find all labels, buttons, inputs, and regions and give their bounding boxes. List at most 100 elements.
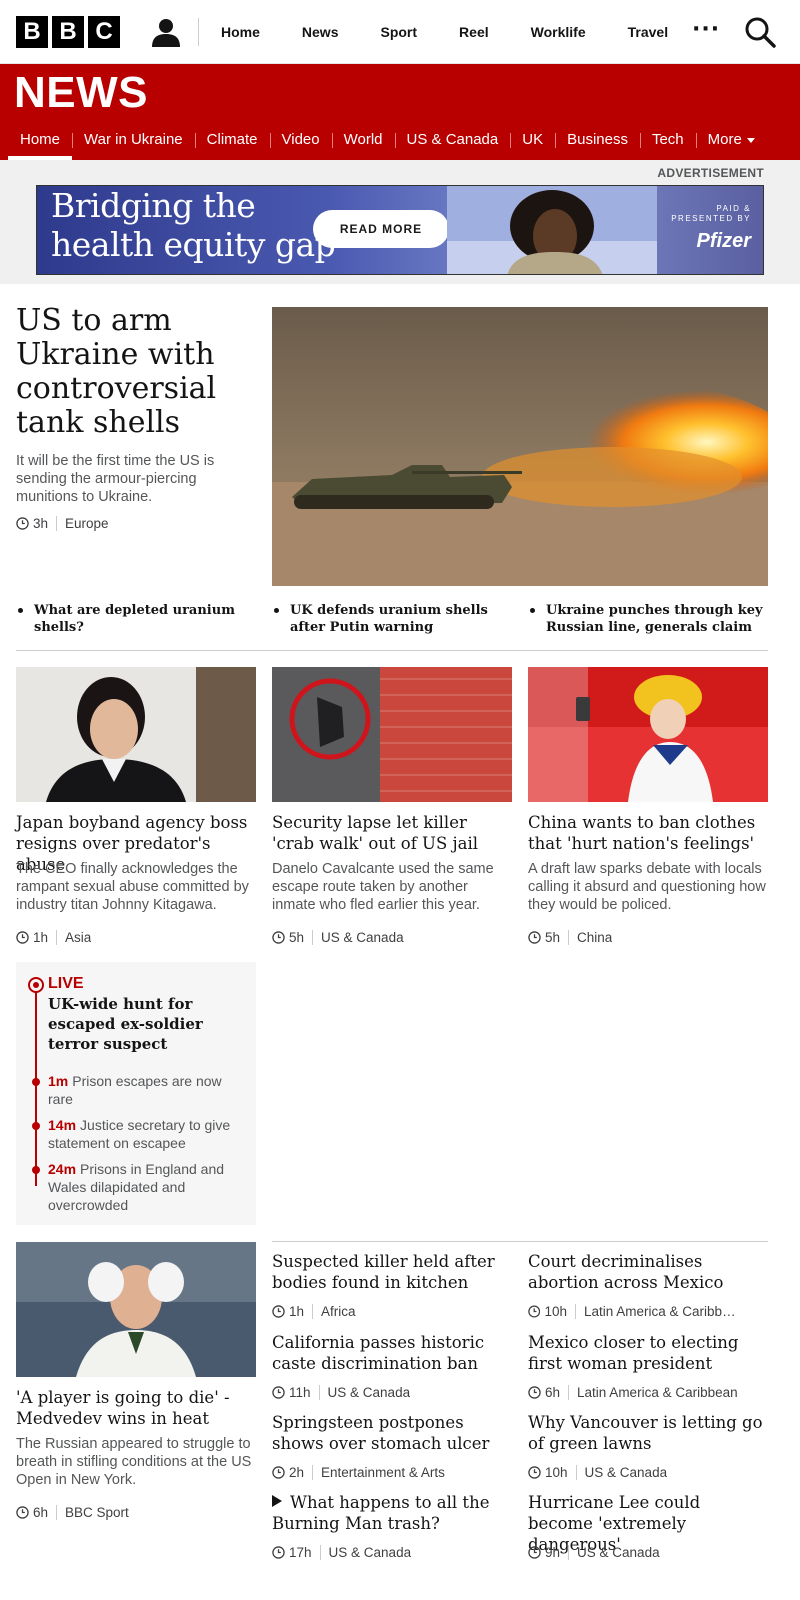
ad-banner[interactable]: Bridging the health equity gap READ MORE… bbox=[36, 185, 764, 275]
timestamp: 5h bbox=[545, 929, 561, 945]
ad-headline-line: health equity gap bbox=[51, 225, 336, 264]
lead-headline[interactable]: US to arm Ukraine with controversial tan… bbox=[16, 304, 252, 440]
card-summary: The CEO finally acknowledges the rampant… bbox=[16, 861, 249, 913]
story-headline[interactable]: Mexico closer to electing first woman pr… bbox=[528, 1332, 768, 1374]
related-link[interactable]: UK defends uranium shells after Putin wa… bbox=[272, 602, 512, 636]
topic-link[interactable]: Latin America & Caribbean bbox=[575, 1303, 738, 1319]
ad-read-more-button[interactable]: READ MORE bbox=[313, 210, 449, 248]
topic-link[interactable]: Africa bbox=[312, 1303, 356, 1319]
card-meta: 5h US & Canada bbox=[272, 929, 404, 945]
live-label: LIVE bbox=[48, 975, 84, 992]
story-meta: 1h Africa bbox=[272, 1303, 512, 1319]
timestamp: 6h bbox=[33, 1504, 49, 1520]
timestamp: 17h bbox=[289, 1544, 312, 1560]
clock-icon bbox=[272, 930, 285, 944]
news-title[interactable]: NEWS bbox=[14, 68, 148, 118]
section-tab-tech[interactable]: Tech bbox=[639, 120, 696, 160]
story-headline-video[interactable]: What happens to all the Burning Man tras… bbox=[272, 1492, 512, 1534]
topic-link[interactable]: BBC Sport bbox=[56, 1504, 129, 1520]
lead-image-tank-firing[interactable] bbox=[272, 307, 768, 586]
section-tab-uk[interactable]: UK bbox=[510, 120, 555, 160]
nav-worklife[interactable]: Worklife bbox=[510, 24, 607, 40]
story-headline[interactable]: Suspected killer held after bodies found… bbox=[272, 1251, 512, 1293]
topic-link[interactable]: US & Canada bbox=[568, 1544, 660, 1560]
update-time: 1m bbox=[48, 1073, 69, 1089]
news-header: NEWS Home War in Ukraine Climate Video W… bbox=[0, 64, 800, 160]
search-icon[interactable] bbox=[744, 16, 776, 48]
topic-link[interactable]: Latin America & Caribbean bbox=[568, 1384, 738, 1400]
story-headline[interactable]: Court decriminalises abortion across Mex… bbox=[528, 1251, 768, 1293]
related-link[interactable]: Ukraine punches through key Russian line… bbox=[528, 602, 768, 636]
timestamp: 10h bbox=[544, 1303, 567, 1319]
section-tab-world[interactable]: World bbox=[331, 120, 395, 160]
topic-link[interactable]: Asia bbox=[56, 929, 91, 945]
card-headline[interactable]: 'A player is going to die' - Medvedev wi… bbox=[16, 1387, 256, 1429]
bbc-logo[interactable]: B B C bbox=[16, 16, 120, 48]
ad-headline-line: Bridging the bbox=[51, 186, 256, 225]
section-divider bbox=[16, 650, 768, 651]
clock-icon bbox=[528, 1465, 541, 1479]
card-meta: 6h BBC Sport bbox=[16, 1504, 129, 1520]
story-headline[interactable]: California passes historic caste discrim… bbox=[272, 1332, 512, 1374]
top-nav: Home News Sport Reel Worklife Travel bbox=[200, 0, 689, 64]
topic-link[interactable]: US & Canada bbox=[575, 1464, 667, 1480]
ad-presented-by: PAID & PRESENTED BY bbox=[671, 204, 751, 224]
timestamp: 1h bbox=[289, 1303, 305, 1319]
timestamp: 3h bbox=[33, 515, 49, 531]
section-tab-home[interactable]: Home bbox=[8, 120, 73, 160]
ad-brand-logo: Pfizer bbox=[696, 230, 751, 252]
live-update[interactable]: 1m Prison escapes are now rare bbox=[48, 1072, 248, 1108]
card-image-jail[interactable] bbox=[272, 667, 512, 802]
clock-icon bbox=[528, 930, 541, 944]
topic-link[interactable]: US & Canada bbox=[318, 1384, 410, 1400]
section-tab-business[interactable]: Business bbox=[555, 120, 640, 160]
timestamp: 6h bbox=[545, 1384, 561, 1400]
clock-icon bbox=[16, 930, 29, 944]
story-meta: 2h Entertainment & Arts bbox=[272, 1464, 512, 1480]
section-tab-more[interactable]: More bbox=[695, 120, 767, 160]
top-bar: B B C Home News Sport Reel Worklife Trav… bbox=[0, 0, 800, 64]
ad-area: ADVERTISEMENT Bridging the health equity… bbox=[0, 160, 800, 284]
story-meta: 11h US & Canada bbox=[272, 1384, 512, 1400]
card-image-japan[interactable] bbox=[16, 667, 256, 802]
card-headline[interactable]: Security lapse let killer 'crab walk' ou… bbox=[272, 812, 512, 854]
topic-link[interactable]: Entertainment & Arts bbox=[312, 1464, 445, 1480]
story-headline-text: What happens to all the Burning Man tras… bbox=[272, 1493, 490, 1533]
more-menu-icon[interactable]: ··· bbox=[692, 19, 720, 41]
logo-letter: C bbox=[88, 16, 120, 48]
topic-link[interactable]: Europe bbox=[56, 515, 109, 531]
section-tab-video[interactable]: Video bbox=[269, 120, 332, 160]
play-icon bbox=[272, 1495, 282, 1507]
story-headline[interactable]: Why Vancouver is letting go of green law… bbox=[528, 1412, 768, 1454]
topic-link[interactable]: US & Canada bbox=[319, 1544, 411, 1560]
live-update[interactable]: 24m Prisons in England and Wales dilapida… bbox=[48, 1160, 248, 1214]
section-tab-climate[interactable]: Climate bbox=[194, 120, 270, 160]
live-update[interactable]: 14m Justice secretary to give statement o… bbox=[48, 1116, 248, 1152]
live-headline[interactable]: UK-wide hunt for escaped ex-soldier terr… bbox=[48, 994, 248, 1054]
topic-link[interactable]: China bbox=[568, 929, 612, 945]
topic-link[interactable]: US & Canada bbox=[312, 929, 404, 945]
timestamp: 1h bbox=[33, 929, 49, 945]
account-icon[interactable] bbox=[150, 16, 182, 48]
clock-icon bbox=[272, 1545, 285, 1559]
lead-meta: 3h Europe bbox=[16, 515, 109, 531]
card-image-china[interactable] bbox=[528, 667, 768, 802]
nav-sport[interactable]: Sport bbox=[359, 24, 438, 40]
ad-photo bbox=[447, 186, 657, 274]
nav-reel[interactable]: Reel bbox=[438, 24, 510, 40]
nav-travel[interactable]: Travel bbox=[607, 24, 689, 40]
card-headline[interactable]: China wants to ban clothes that 'hurt na… bbox=[528, 812, 768, 854]
nav-news[interactable]: News bbox=[281, 24, 360, 40]
live-coverage-card[interactable]: LIVE UK-wide hunt for escaped ex-soldier… bbox=[16, 962, 256, 1225]
section-tab-us-canada[interactable]: US & Canada bbox=[394, 120, 511, 160]
section-tab-war-in-ukraine[interactable]: War in Ukraine bbox=[72, 120, 195, 160]
story-headline[interactable]: Springsteen postpones shows over stomach… bbox=[272, 1412, 512, 1454]
nav-home[interactable]: Home bbox=[200, 24, 281, 40]
topbar-divider bbox=[198, 18, 199, 46]
clock-icon bbox=[272, 1465, 285, 1479]
logo-letter: B bbox=[16, 16, 48, 48]
related-link[interactable]: What are depleted uranium shells? bbox=[16, 602, 256, 636]
timestamp: 11h bbox=[289, 1384, 311, 1400]
clock-icon bbox=[528, 1385, 541, 1399]
card-image-medvedev[interactable] bbox=[16, 1242, 256, 1377]
